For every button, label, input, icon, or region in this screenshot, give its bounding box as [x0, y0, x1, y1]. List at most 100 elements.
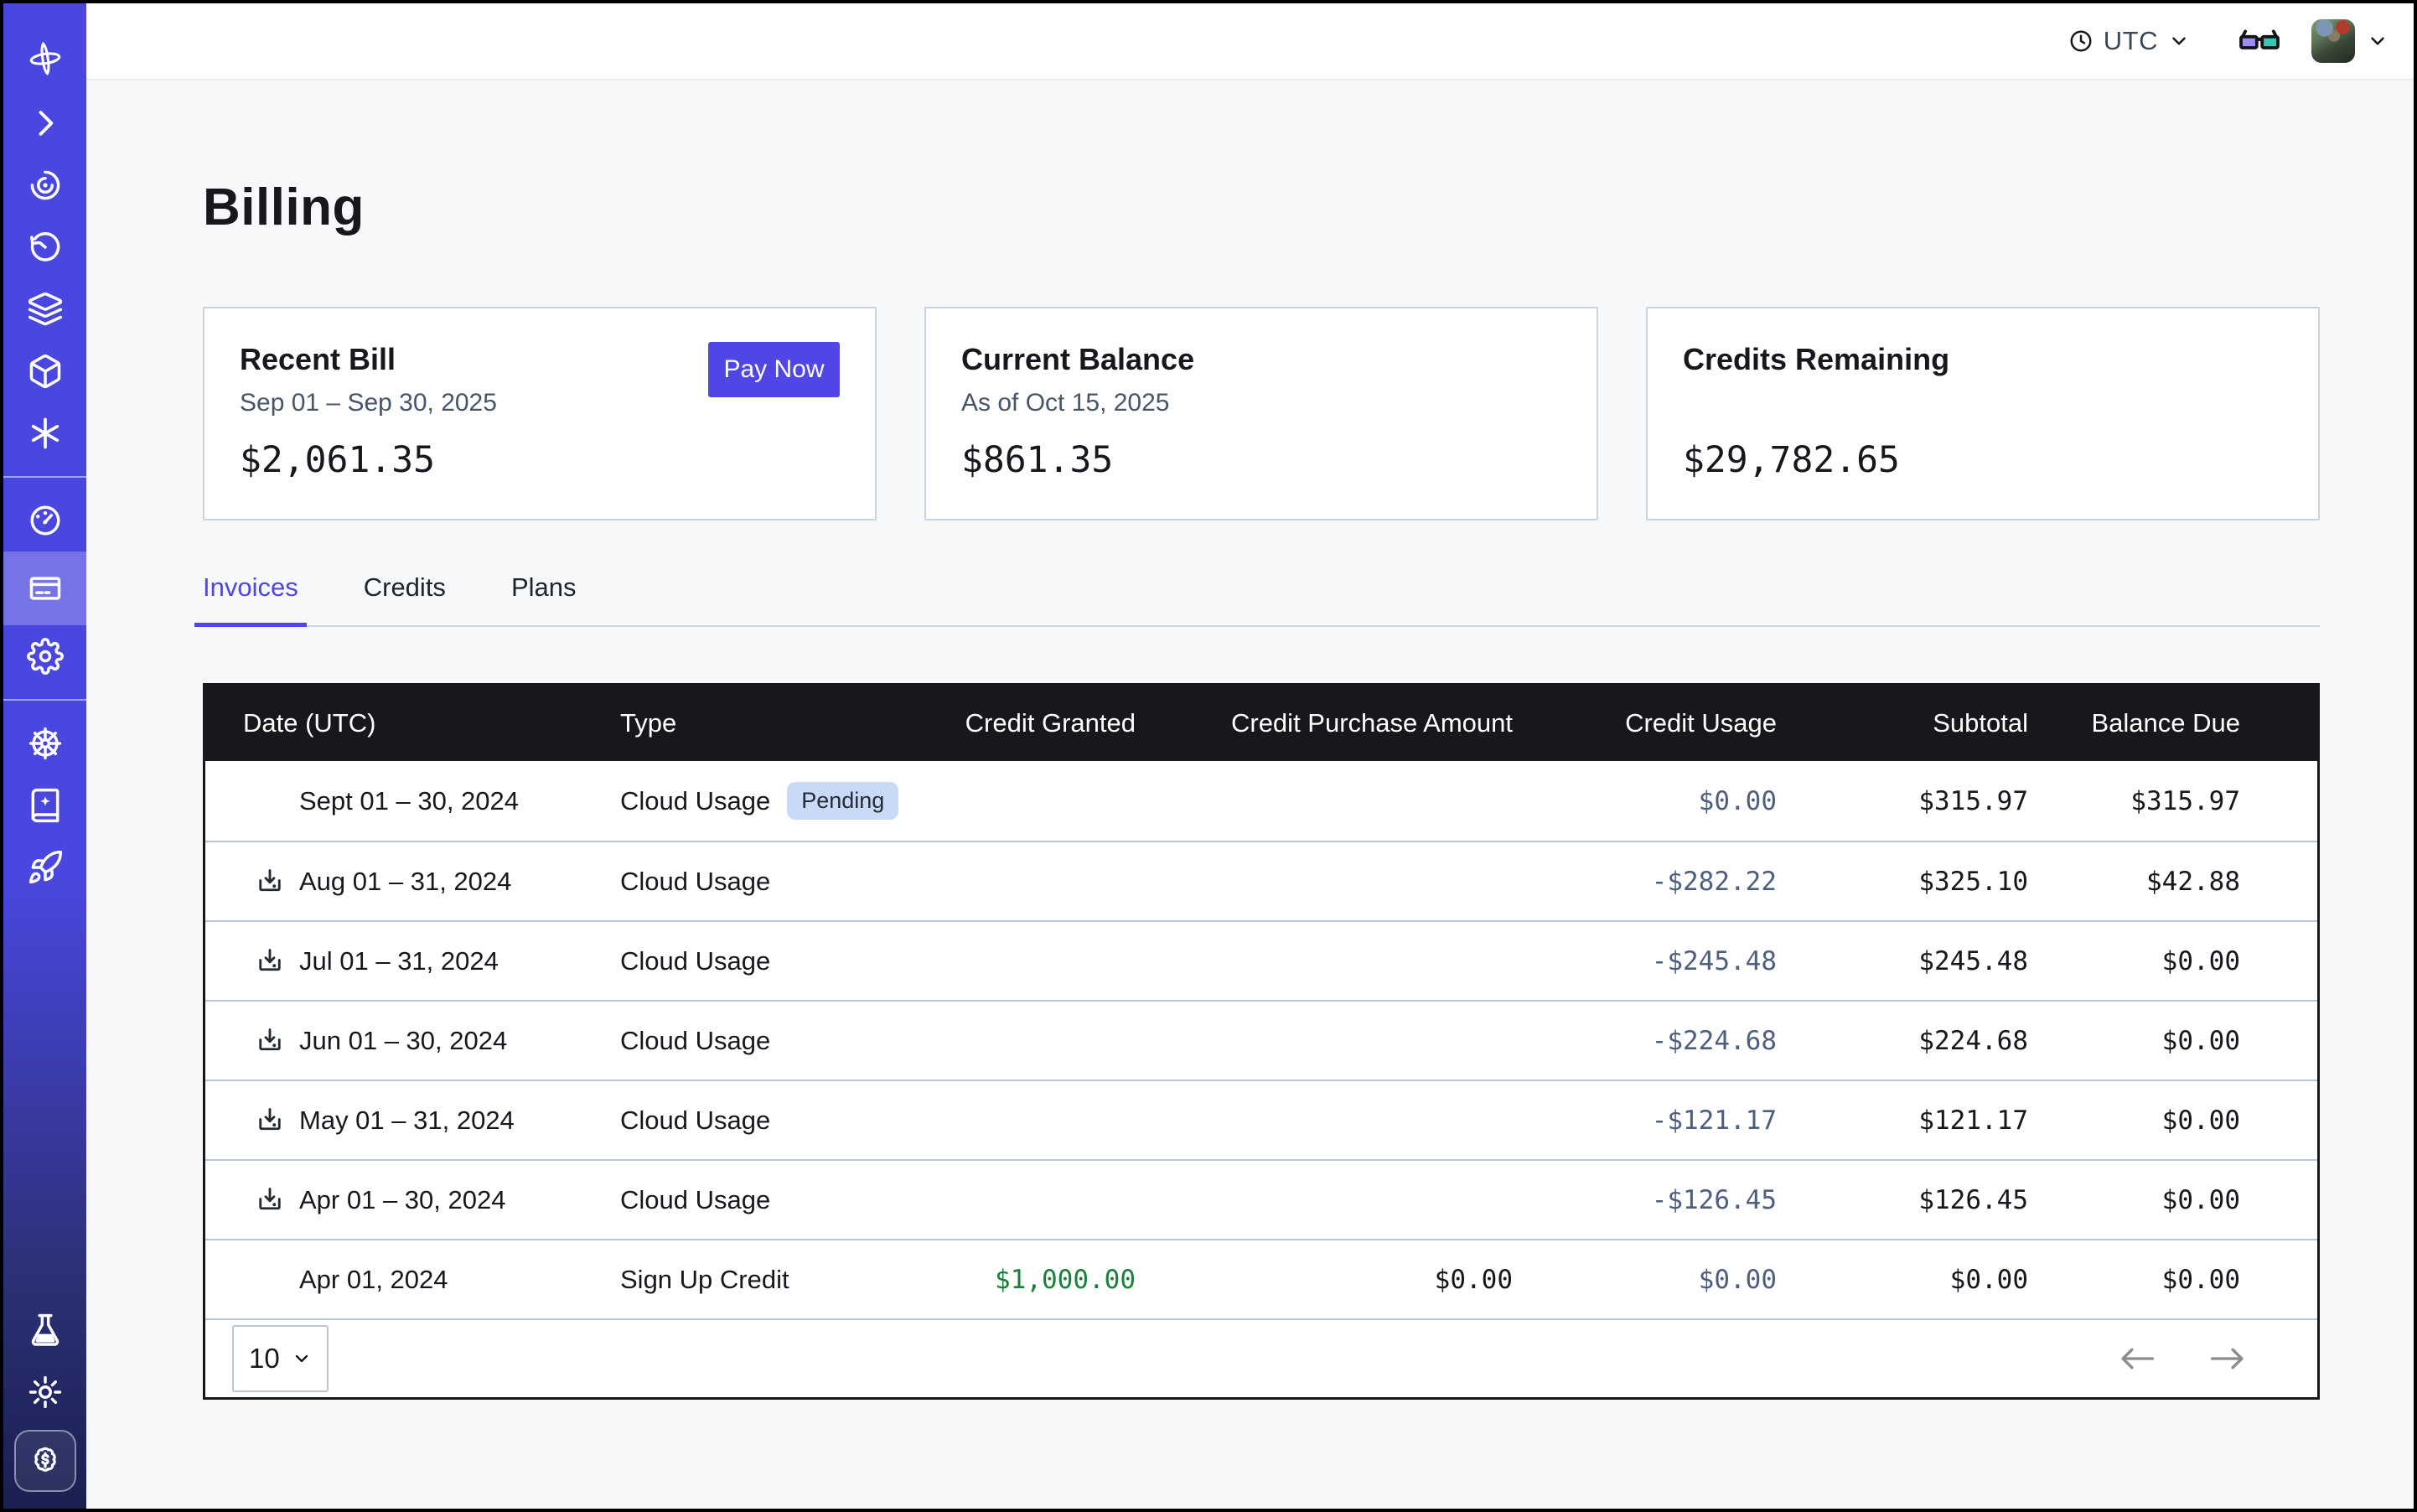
download-invoice-button[interactable] [254, 1105, 286, 1137]
col-credit-usage: Credit Usage [1513, 708, 1777, 738]
invoices-table: Date (UTC) Type Credit Granted Credit Pu… [203, 683, 2320, 1400]
table-row: May 01 – 31, 2024 Cloud Usage -$121.17 $… [205, 1080, 2317, 1159]
prev-page-button[interactable] [2118, 1344, 2156, 1373]
sidebar-item-expand[interactable] [3, 92, 86, 154]
page-size-value: 10 [249, 1343, 280, 1375]
cell-balance-due: $0.00 [2028, 1185, 2317, 1215]
cell-subtotal: $245.48 [1777, 946, 2028, 976]
user-menu[interactable] [2311, 19, 2389, 63]
download-icon [255, 946, 285, 976]
cell-credit-usage: -$282.22 [1513, 867, 1777, 897]
sidebar-item-labs[interactable] [3, 1299, 86, 1361]
cell-credit-usage: -$224.68 [1513, 1026, 1777, 1056]
sidebar-item-theme[interactable] [3, 1361, 86, 1423]
col-credit-purchase: Credit Purchase Amount [1136, 708, 1513, 738]
billing-card-icon [27, 570, 64, 607]
tab-invoices[interactable]: Invoices [194, 572, 307, 627]
col-balance-due: Balance Due [2028, 708, 2317, 738]
invoice-date: Jun 01 – 30, 2024 [299, 1026, 507, 1056]
download-invoice-button[interactable] [254, 1025, 286, 1057]
sidebar-item-timer[interactable] [3, 216, 86, 278]
col-subtotal: Subtotal [1777, 708, 2028, 738]
sidebar-item-trace[interactable] [3, 154, 86, 216]
next-page-button[interactable] [2208, 1344, 2247, 1373]
arrow-left-icon [2118, 1344, 2156, 1373]
invoice-type: Cloud Usage [620, 786, 770, 816]
cell-balance-due: $42.88 [2028, 867, 2317, 897]
download-icon [255, 867, 285, 897]
scan-eye-icon [27, 167, 64, 204]
rocket-icon [27, 849, 64, 886]
arrow-right-icon [2208, 1344, 2247, 1373]
cell-balance-due: $0.00 [2028, 1026, 2317, 1056]
cell-credit-usage: -$121.17 [1513, 1106, 1777, 1136]
pay-now-button[interactable]: Pay Now [708, 342, 840, 397]
flask-icon [27, 1312, 64, 1349]
table-row: Aug 01 – 31, 2024 Cloud Usage -$282.22 $… [205, 841, 2317, 920]
cell-subtotal: $325.10 [1777, 867, 2028, 897]
invoice-date: May 01 – 31, 2024 [299, 1106, 515, 1136]
page-title: Billing [203, 178, 2320, 237]
table-header-row: Date (UTC) Type Credit Granted Credit Pu… [205, 686, 2317, 761]
layers-icon [27, 291, 64, 328]
download-icon [255, 1185, 285, 1215]
table-row: Apr 01, 2024 Sign Up Credit $1,000.00 $0… [205, 1239, 2317, 1318]
invoice-date: Jul 01 – 31, 2024 [299, 946, 499, 976]
invoice-date: Apr 01, 2024 [299, 1265, 448, 1295]
col-date: Date (UTC) [205, 708, 582, 738]
sidebar-item-box[interactable] [3, 340, 86, 402]
user-avatar [2311, 19, 2355, 63]
download-icon [255, 1106, 285, 1136]
sidebar-item-logo[interactable] [3, 25, 86, 92]
tab-plans[interactable]: Plans [503, 572, 585, 627]
asterisk-icon [27, 415, 64, 452]
billing-page: Billing Recent Bill Sep 01 – Sep 30, 202… [86, 80, 2414, 1509]
chevron-down-icon [2168, 30, 2190, 52]
pending-badge: Pending [787, 782, 898, 820]
download-invoice-button[interactable] [254, 945, 286, 977]
3d-glasses-icon [2238, 24, 2281, 58]
tab-credits[interactable]: Credits [355, 572, 454, 627]
timer-icon [27, 229, 64, 266]
sidebar-item-getting-started[interactable] [3, 836, 86, 898]
col-type: Type [582, 708, 918, 738]
cell-subtotal: $126.45 [1777, 1185, 2028, 1215]
pagination-controls [2118, 1344, 2247, 1373]
sidebar-item-settings[interactable] [3, 625, 86, 687]
app-window: UTC Billing Recent Bill [0, 0, 2417, 1512]
table-row: Apr 01 – 30, 2024 Cloud Usage -$126.45 $… [205, 1159, 2317, 1239]
download-invoice-button[interactable] [254, 1184, 286, 1216]
sidebar-item-layers[interactable] [3, 278, 86, 340]
table-body: Sept 01 – 30, 2024 Cloud Usage Pending $… [205, 761, 2317, 1318]
cell-credit-usage: -$126.45 [1513, 1185, 1777, 1215]
invoice-date: Aug 01 – 31, 2024 [299, 867, 511, 897]
cell-subtotal: $224.68 [1777, 1026, 2028, 1056]
cell-credit-usage: -$245.48 [1513, 946, 1777, 976]
sidebar-item-usage-dashboard[interactable] [3, 489, 86, 551]
download-invoice-button[interactable] [254, 866, 286, 898]
cell-balance-due: $0.00 [2028, 1106, 2317, 1136]
docs-book-icon [27, 787, 64, 824]
timezone-label: UTC [2104, 26, 2158, 56]
sidebar-item-billing[interactable] [3, 551, 86, 625]
cube-icon [27, 353, 64, 390]
chevron-right-icon [27, 105, 64, 142]
cell-subtotal: $0.00 [1777, 1265, 2028, 1295]
summary-cards: Recent Bill Sep 01 – Sep 30, 2025 $2,061… [203, 307, 2320, 520]
billing-tabs: Invoices Credits Plans [203, 572, 2320, 627]
sidebar-item-docs[interactable] [3, 774, 86, 836]
cell-balance-due: $315.97 [2028, 786, 2317, 816]
view-mode-button[interactable] [2238, 24, 2281, 58]
chevron-down-icon [2367, 30, 2389, 52]
clock-icon [2068, 28, 2094, 54]
invoice-date: Apr 01 – 30, 2024 [299, 1185, 505, 1215]
timezone-selector[interactable]: UTC [2068, 26, 2190, 56]
cell-balance-due: $0.00 [2028, 946, 2317, 976]
sidebar-item-helm[interactable] [3, 712, 86, 774]
sidebar-item-functions[interactable] [3, 402, 86, 464]
card-title: Credits Remaining [1683, 342, 2283, 377]
page-size-select[interactable]: 10 [232, 1325, 329, 1392]
sidebar [3, 3, 86, 1509]
table-footer: 10 [205, 1318, 2317, 1397]
sidebar-item-credits[interactable] [14, 1430, 76, 1492]
